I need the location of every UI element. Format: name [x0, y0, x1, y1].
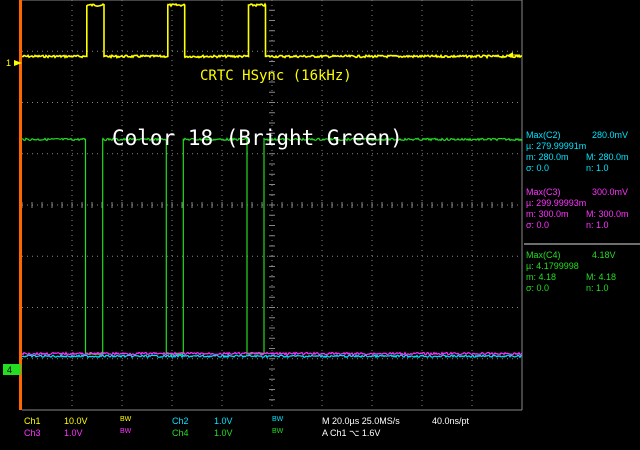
measurement-ch3: Max(C3) 300.0mV µ: 299.99993m m: 300.0m M:…: [526, 187, 629, 230]
signal-annotation: CRTC HSync (16kHz): [200, 68, 352, 84]
ch4-marker-label: 4: [7, 365, 12, 375]
ch2-scale: 1.0V: [214, 416, 233, 426]
ch4-label[interactable]: Ch4: [172, 428, 189, 438]
ch3-scale: 1.0V: [64, 428, 83, 438]
timebase-readout[interactable]: M 20.0µs 25.0MS/s: [322, 416, 400, 426]
measurement-ch2: Max(C2) 280.0mV µ: 279.99991m m: 280.0m M:…: [526, 130, 629, 173]
ch1-bw-badge: BW: [120, 416, 132, 423]
title-annotation: Color 18 (Bright Green): [112, 126, 403, 150]
ch1-scale: 10.0V: [64, 416, 88, 426]
ch2-bw-badge: BW: [272, 416, 284, 423]
trigger-readout[interactable]: A Ch1 ⌥ 1.6V: [322, 428, 380, 439]
ch4-bw-badge: BW: [272, 428, 284, 435]
resolution-readout: 40.0ns/pt: [432, 416, 470, 426]
trigger-level-bar: [19, 0, 22, 410]
ch2-label[interactable]: Ch2: [172, 416, 189, 426]
measurement-ch4: Max(C4) 4.18V µ: 4.1799998 m: 4.18 M: 4.18…: [526, 250, 617, 293]
ch4-ground-marker: 4: [3, 364, 21, 375]
ch3-bw-badge: BW: [120, 428, 132, 435]
ch4-scale: 1.0V: [214, 428, 233, 438]
ch1-label[interactable]: Ch1: [24, 416, 41, 426]
ch3-label[interactable]: Ch3: [24, 428, 41, 438]
ch1-marker-label: 1: [6, 58, 11, 68]
